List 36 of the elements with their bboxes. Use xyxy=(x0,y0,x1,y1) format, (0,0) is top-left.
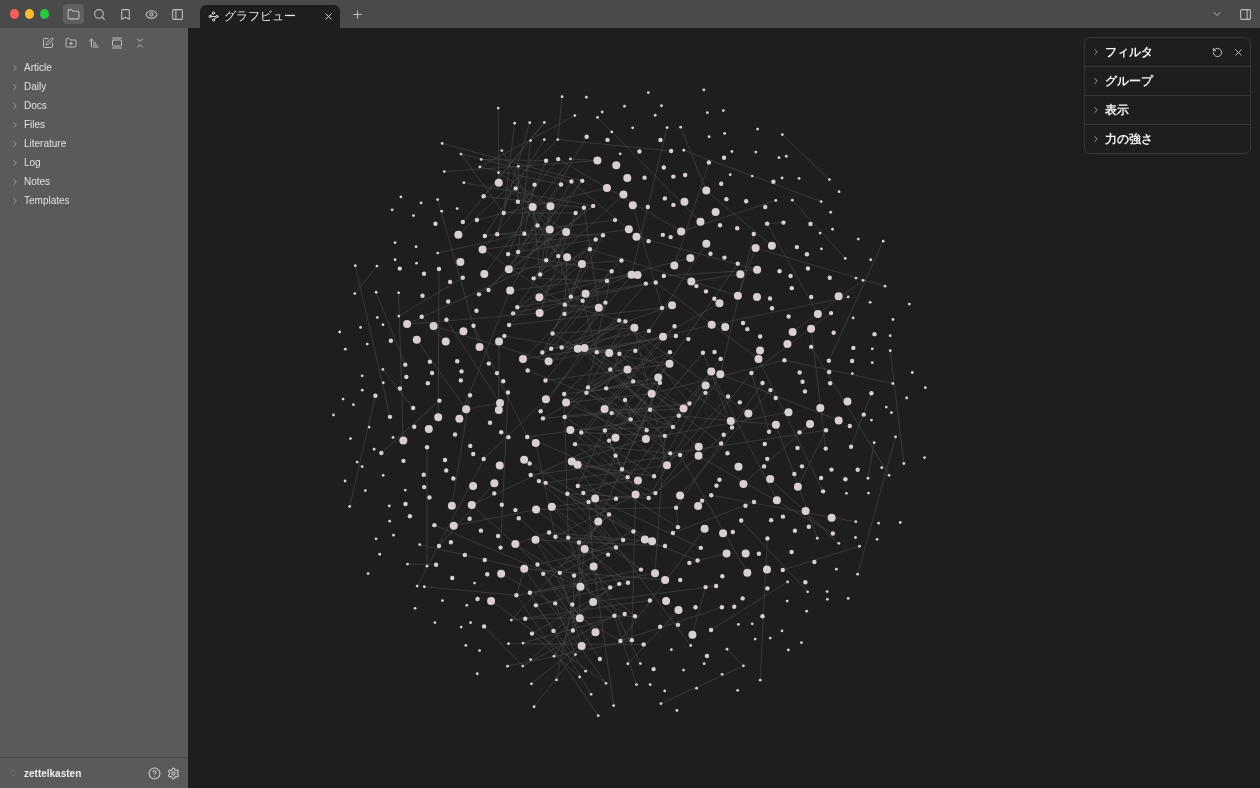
chevron-icon xyxy=(10,138,20,149)
close-icon[interactable] xyxy=(1233,46,1244,58)
close-window-button[interactable] xyxy=(10,9,20,19)
folder-icon[interactable] xyxy=(63,4,84,24)
zoom-window-button[interactable] xyxy=(40,9,50,19)
folder-item[interactable]: Article xyxy=(6,58,182,77)
chevron-icon xyxy=(1091,105,1101,115)
chevron-icon xyxy=(1091,47,1101,57)
close-icon[interactable] xyxy=(323,11,334,22)
folder-item[interactable]: Templates xyxy=(6,191,182,210)
chevron-icon xyxy=(10,157,20,168)
folder-item[interactable]: Notes xyxy=(6,172,182,191)
folder-item[interactable]: Files xyxy=(6,115,182,134)
settings-section[interactable]: 表示 xyxy=(1085,96,1250,125)
folder-item[interactable]: Literature xyxy=(6,134,182,153)
chevron-icon xyxy=(10,119,20,130)
tab[interactable]: グラフビュー xyxy=(200,5,340,28)
vault-name[interactable]: zettelkasten xyxy=(24,767,142,779)
reset-icon[interactable] xyxy=(1212,46,1223,58)
chevron-icon xyxy=(10,176,20,187)
folder-item[interactable]: Docs xyxy=(6,96,182,115)
help-icon[interactable] xyxy=(148,766,161,780)
settings-section[interactable]: フィルタ xyxy=(1085,38,1250,67)
chevron-icon xyxy=(10,62,20,73)
chevron-icon xyxy=(10,81,20,92)
chevron-icon xyxy=(1091,134,1101,144)
chevron-icon xyxy=(10,100,20,111)
chevron-icon xyxy=(10,195,20,206)
chevron-icon xyxy=(1091,76,1101,86)
minimize-window-button[interactable] xyxy=(25,9,35,19)
graph-icon xyxy=(208,11,219,22)
settings-section[interactable]: グループ xyxy=(1085,67,1250,96)
settings-section[interactable]: 力の強さ xyxy=(1085,125,1250,153)
folder-item[interactable]: Log xyxy=(6,153,182,172)
folder-item[interactable]: Daily xyxy=(6,77,182,96)
settings-icon[interactable] xyxy=(167,766,180,780)
